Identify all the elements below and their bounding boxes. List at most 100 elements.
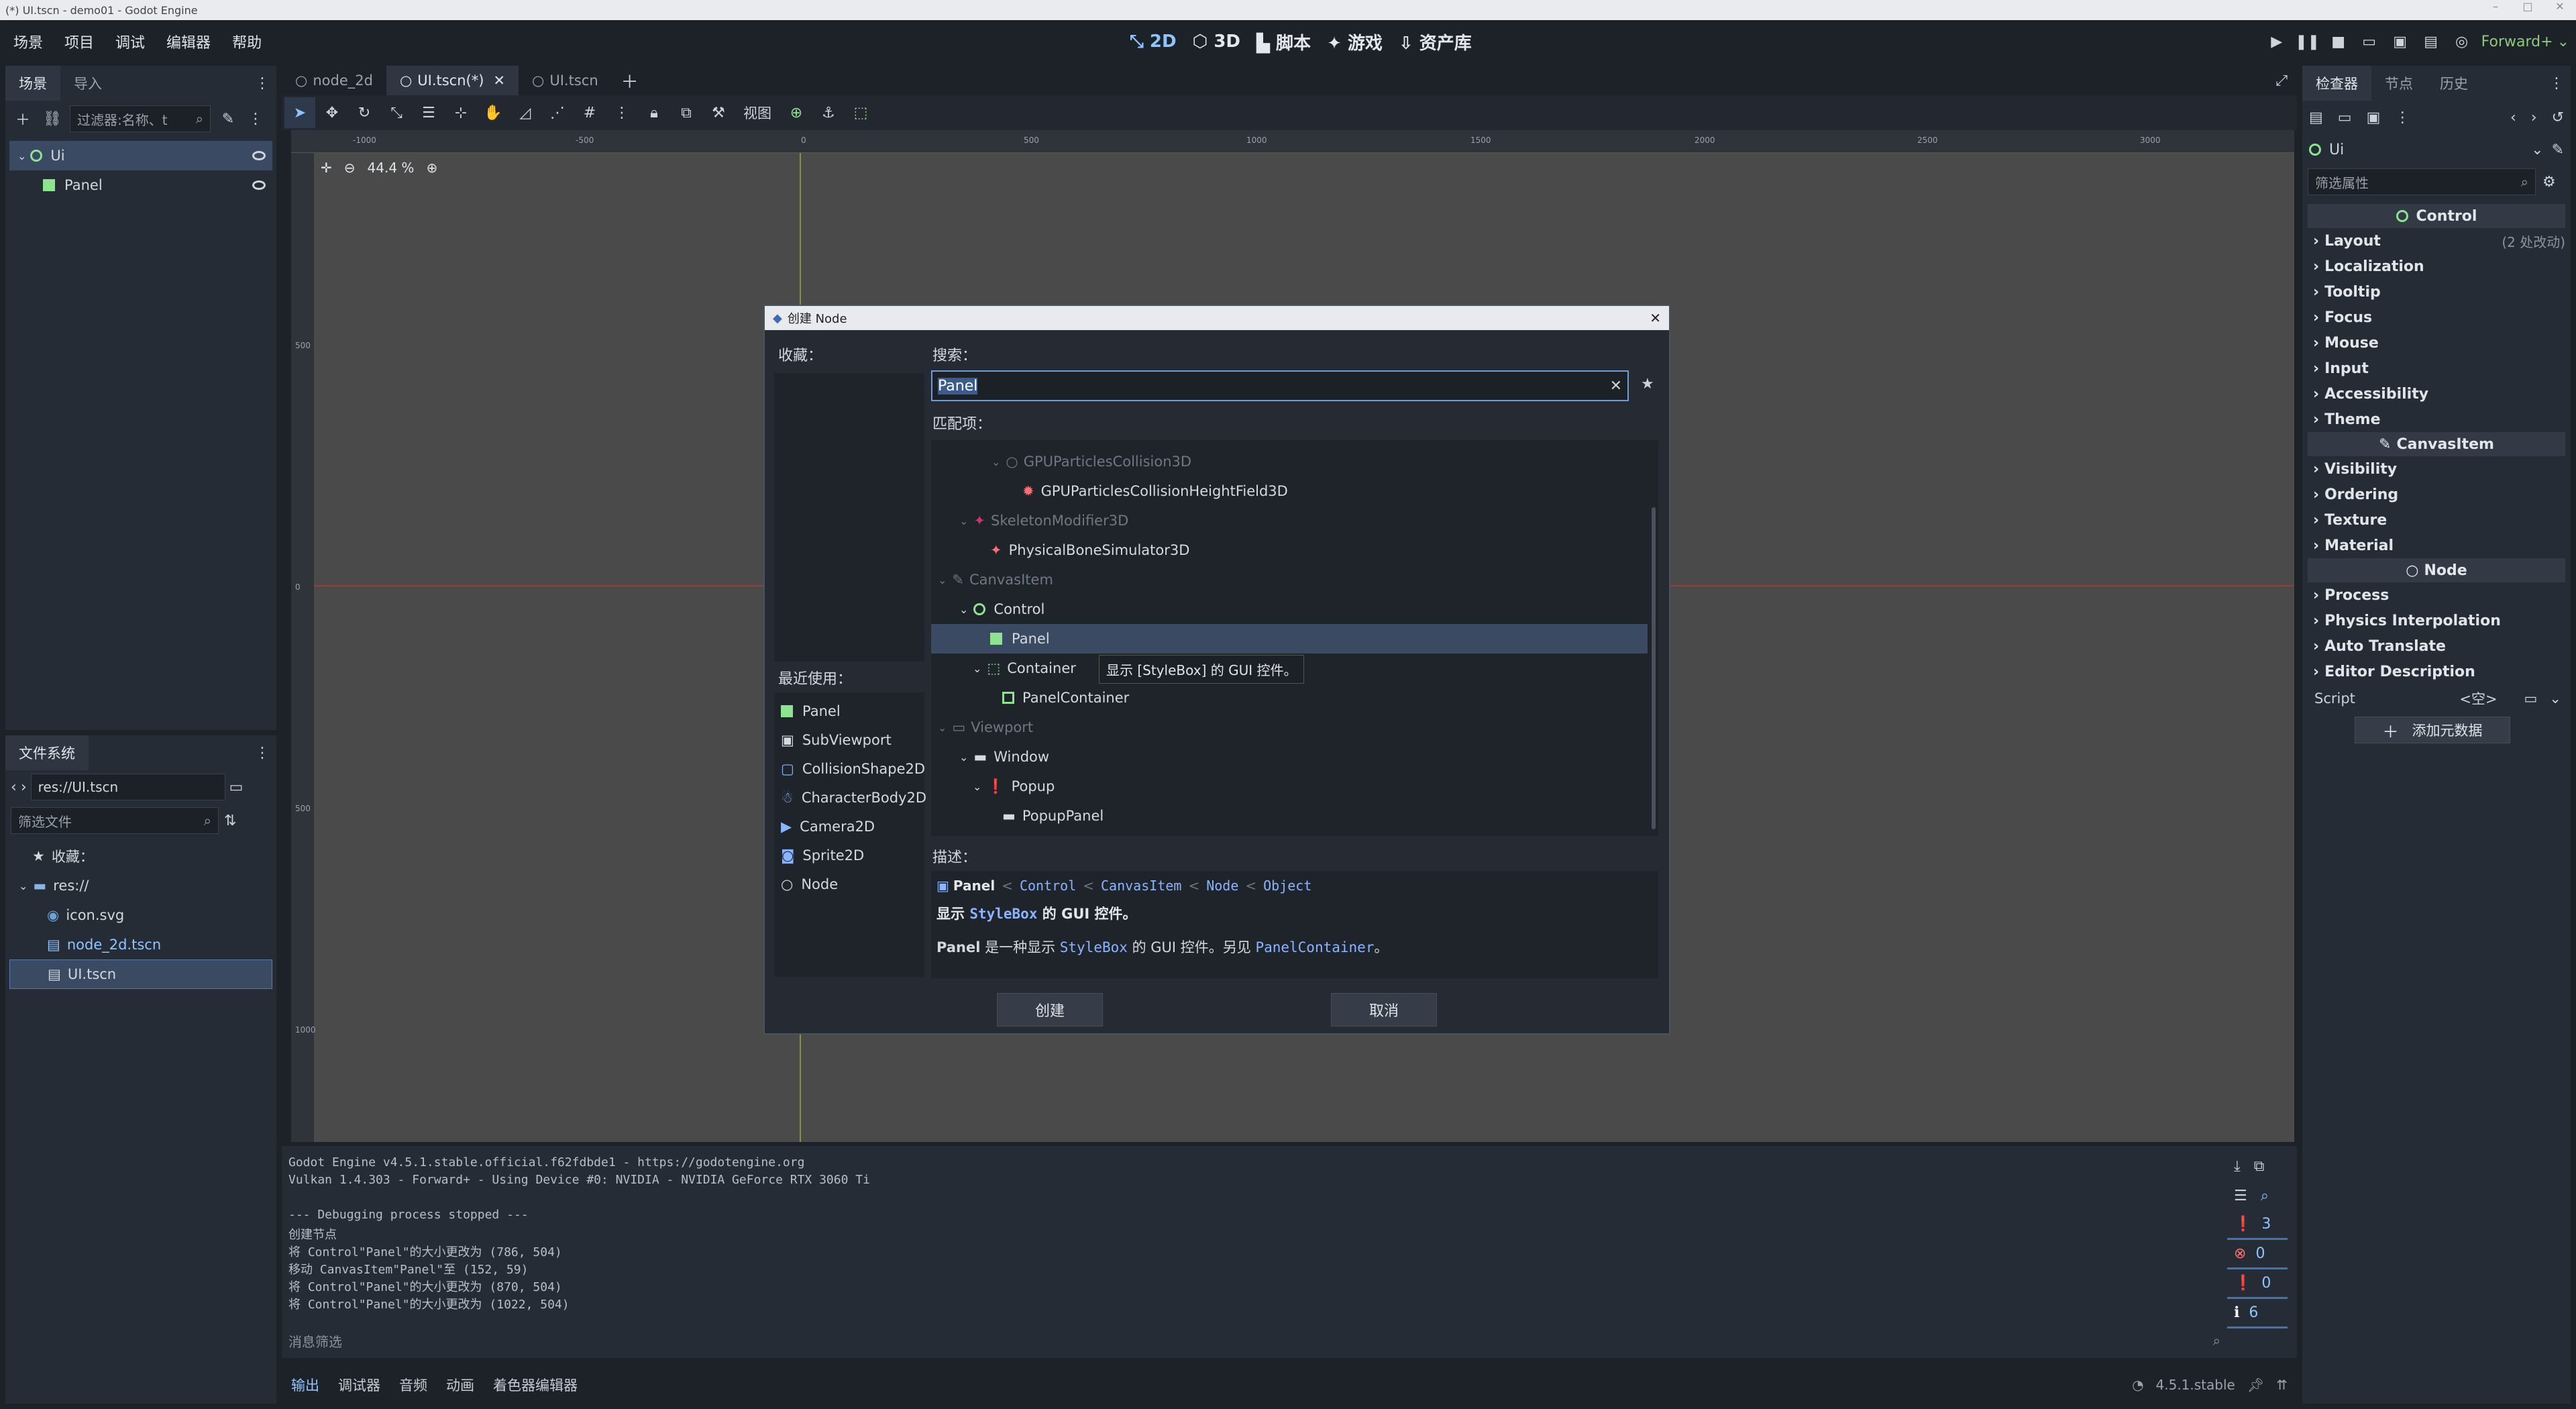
group-localization[interactable]: › Localization: [2308, 254, 2565, 279]
filter-search-icon[interactable]: ⌕: [2261, 1188, 2269, 1204]
play-custom-icon[interactable]: ▤: [2416, 26, 2447, 57]
dock-menu-icon[interactable]: ⋮: [255, 75, 270, 92]
main-screen-game[interactable]: ✦ 游戏: [1319, 30, 1391, 54]
menu-help[interactable]: 帮助: [221, 31, 272, 52]
minimize-button[interactable]: –: [2479, 0, 2512, 13]
group-texture[interactable]: › Texture: [2308, 507, 2565, 533]
tab-audio[interactable]: 音频: [390, 1375, 437, 1395]
main-screen-assetlib[interactable]: ⇩ 资产库: [1391, 30, 1480, 54]
tab-node[interactable]: 节点: [2371, 66, 2426, 101]
tab-ui-modified[interactable]: ○ UI.tscn(*) ✕: [386, 66, 519, 95]
class-link[interactable]: Object: [1263, 878, 1311, 894]
tab-filesystem[interactable]: 文件系统: [5, 735, 89, 770]
match-item[interactable]: ▬ PopupPanel: [931, 801, 1658, 831]
grid-snap-icon[interactable]: #: [574, 97, 605, 128]
script-attach-icon[interactable]: ✎: [216, 103, 240, 134]
tab-ui[interactable]: ○ UI.tscn: [519, 66, 612, 95]
history-back-icon[interactable]: ‹: [2510, 109, 2516, 126]
group-ordering[interactable]: › Ordering: [2308, 482, 2565, 507]
info-count-toggle[interactable]: ℹ6: [2227, 1299, 2288, 1328]
group-physics-interpolation[interactable]: › Physics Interpolation: [2308, 608, 2565, 633]
smart-snap-icon[interactable]: ⋰: [542, 97, 573, 128]
scene-filter-input[interactable]: 过滤器:名称、t ⌕: [70, 105, 211, 132]
dock-menu-icon[interactable]: ⋮: [2549, 75, 2564, 92]
play-scene-icon[interactable]: ▣: [2385, 26, 2416, 57]
move-mode-icon[interactable]: ✥: [317, 97, 347, 128]
main-screen-script[interactable]: ▙ 脚本: [1248, 30, 1319, 54]
script-value[interactable]: <空>: [2459, 688, 2497, 709]
dock-menu-icon[interactable]: ⋮: [255, 745, 270, 762]
close-icon[interactable]: ✕: [493, 72, 505, 89]
group-accessibility[interactable]: › Accessibility: [2308, 381, 2565, 407]
match-item[interactable]: ⌄ ❗ Popup: [931, 772, 1658, 801]
view-menu[interactable]: 视图: [735, 103, 780, 123]
tab-import[interactable]: 导入: [60, 66, 115, 101]
lock-icon[interactable]: 🔒︎: [639, 97, 669, 128]
match-item-selected[interactable]: Panel: [931, 624, 1648, 654]
history-forward-icon[interactable]: ›: [2531, 109, 2537, 126]
class-link[interactable]: CanvasItem: [1101, 878, 1181, 894]
class-link[interactable]: PanelContainer: [1255, 939, 1374, 955]
tab-output[interactable]: 输出: [282, 1375, 329, 1395]
pause-icon[interactable]: ❚❚: [2292, 26, 2323, 57]
scene-node-ui[interactable]: ⌄ Ui: [9, 141, 272, 170]
file-filter-input[interactable]: 筛选文件 ⌕: [11, 807, 219, 834]
cancel-button[interactable]: 取消: [1331, 993, 1437, 1027]
link-icon[interactable]: ⛓: [40, 103, 64, 134]
menu-debug[interactable]: 调试: [105, 31, 156, 52]
sort-icon[interactable]: ⇅: [224, 813, 236, 829]
node-search-input[interactable]: Panel ✕: [931, 370, 1629, 401]
load-script-icon[interactable]: ▭: [2524, 690, 2538, 707]
movie-maker-icon[interactable]: ◎: [2447, 26, 2477, 57]
match-item[interactable]: ⌄ Control: [931, 594, 1658, 624]
recent-item-characterbody2d[interactable]: ☃ CharacterBody2D: [781, 783, 926, 812]
close-window-button[interactable]: ✕: [2544, 0, 2576, 13]
group-layout[interactable]: › Layout (2 处改动): [2308, 228, 2565, 254]
close-icon[interactable]: ✕: [1650, 310, 1661, 326]
stop-icon[interactable]: ■: [2323, 26, 2354, 57]
favorites-row[interactable]: ★ 收藏：: [9, 841, 272, 871]
expand-panel-icon[interactable]: ⇈: [2276, 1377, 2288, 1393]
create-button[interactable]: 创建: [997, 993, 1103, 1027]
zoom-out-icon[interactable]: ⊖: [344, 160, 356, 176]
group-focus[interactable]: › Focus: [2308, 305, 2565, 330]
recent-item-node[interactable]: ○ Node: [781, 870, 918, 898]
anchor-icon[interactable]: ⚓: [813, 97, 844, 128]
file-ui-scene[interactable]: ▤ UI.tscn: [9, 959, 272, 989]
skeleton-icon[interactable]: ⚒: [703, 97, 734, 128]
anchor-preset-icon[interactable]: ⊕: [781, 97, 812, 128]
object-history-icon[interactable]: ↺: [2552, 109, 2564, 126]
group-process[interactable]: › Process: [2308, 582, 2565, 608]
file-node2d-scene[interactable]: ▤ node_2d.tscn: [9, 930, 272, 959]
add-metadata-button[interactable]: ＋添加元数据: [2355, 717, 2510, 743]
group-material[interactable]: › Material: [2308, 533, 2565, 558]
more-icon[interactable]: ⋮: [246, 103, 266, 134]
new-tab-icon[interactable]: ＋: [612, 68, 648, 93]
folder-res[interactable]: ⌄ ▬ res://: [9, 871, 272, 900]
save-resource-icon[interactable]: ▣: [2367, 109, 2381, 126]
pan-mode-icon[interactable]: ✋: [478, 97, 508, 128]
chevron-down-icon[interactable]: ⌄: [2549, 690, 2561, 707]
center-view-icon[interactable]: ✛: [321, 160, 332, 176]
object-info-icon[interactable]: ✎: [2552, 142, 2564, 158]
file-icon-svg[interactable]: ◉ icon.svg: [9, 900, 272, 930]
group-input[interactable]: › Input: [2308, 356, 2565, 381]
more-icon[interactable]: ⋮: [2395, 109, 2410, 126]
split-view-icon[interactable]: ▭: [229, 779, 244, 796]
warning-count-toggle[interactable]: ❗ 0: [2227, 1269, 2288, 1299]
clear-search-icon[interactable]: ✕: [1610, 378, 1622, 395]
path-input[interactable]: res://UI.tscn: [30, 774, 225, 800]
group-icon[interactable]: ⧉: [671, 97, 702, 128]
snap-options-icon[interactable]: ⋮: [606, 97, 637, 128]
clear-icon[interactable]: ⧉: [2254, 1158, 2265, 1175]
recent-item-camera2d[interactable]: ▶ Camera2D: [781, 812, 918, 841]
select-mode-icon[interactable]: ➤: [284, 97, 315, 128]
tab-inspector[interactable]: 检查器: [2302, 66, 2371, 101]
recent-item-sprite2d[interactable]: ◙ Sprite2D: [781, 841, 918, 870]
match-item[interactable]: PanelContainer: [931, 683, 1658, 713]
tab-node2d[interactable]: ○ node_2d: [282, 66, 386, 95]
rotate-mode-icon[interactable]: ↻: [349, 97, 380, 128]
recent-item-collisionshape2d[interactable]: ▢ CollisionShape2D: [781, 754, 925, 783]
tab-scene[interactable]: 场景: [5, 66, 60, 101]
menu-project[interactable]: 项目: [54, 31, 105, 52]
